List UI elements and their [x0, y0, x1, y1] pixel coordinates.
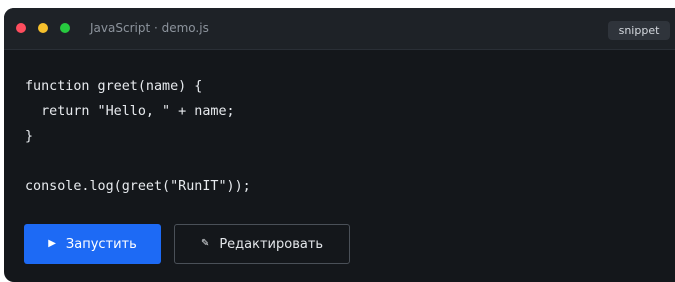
- edit-button-label: Редактировать: [219, 236, 324, 252]
- code-snippet-window: JavaScript · demo.js snippet function gr…: [4, 8, 675, 282]
- code-line: console.log(greet("RunIT"));: [25, 179, 251, 194]
- maximize-dot[interactable]: [60, 23, 70, 33]
- minimize-dot[interactable]: [38, 23, 48, 33]
- code-block: function greet(name) { return "Hello, " …: [25, 74, 251, 199]
- code-line: }: [25, 129, 34, 144]
- code-line: return "Hello, " + name;: [25, 104, 235, 119]
- code-line: function greet(name) {: [25, 79, 203, 94]
- close-dot[interactable]: [16, 23, 26, 33]
- pencil-icon: ✎: [200, 238, 210, 249]
- run-button-label: Запустить: [65, 236, 137, 252]
- title-bar: JavaScript · demo.js snippet: [4, 8, 675, 50]
- edit-button[interactable]: ✎ Редактировать: [174, 224, 350, 264]
- window-title: JavaScript · demo.js: [90, 21, 209, 35]
- snippet-badge: snippet: [608, 21, 670, 40]
- play-icon: ▶: [48, 238, 56, 249]
- run-button[interactable]: ▶ Запустить: [24, 224, 161, 264]
